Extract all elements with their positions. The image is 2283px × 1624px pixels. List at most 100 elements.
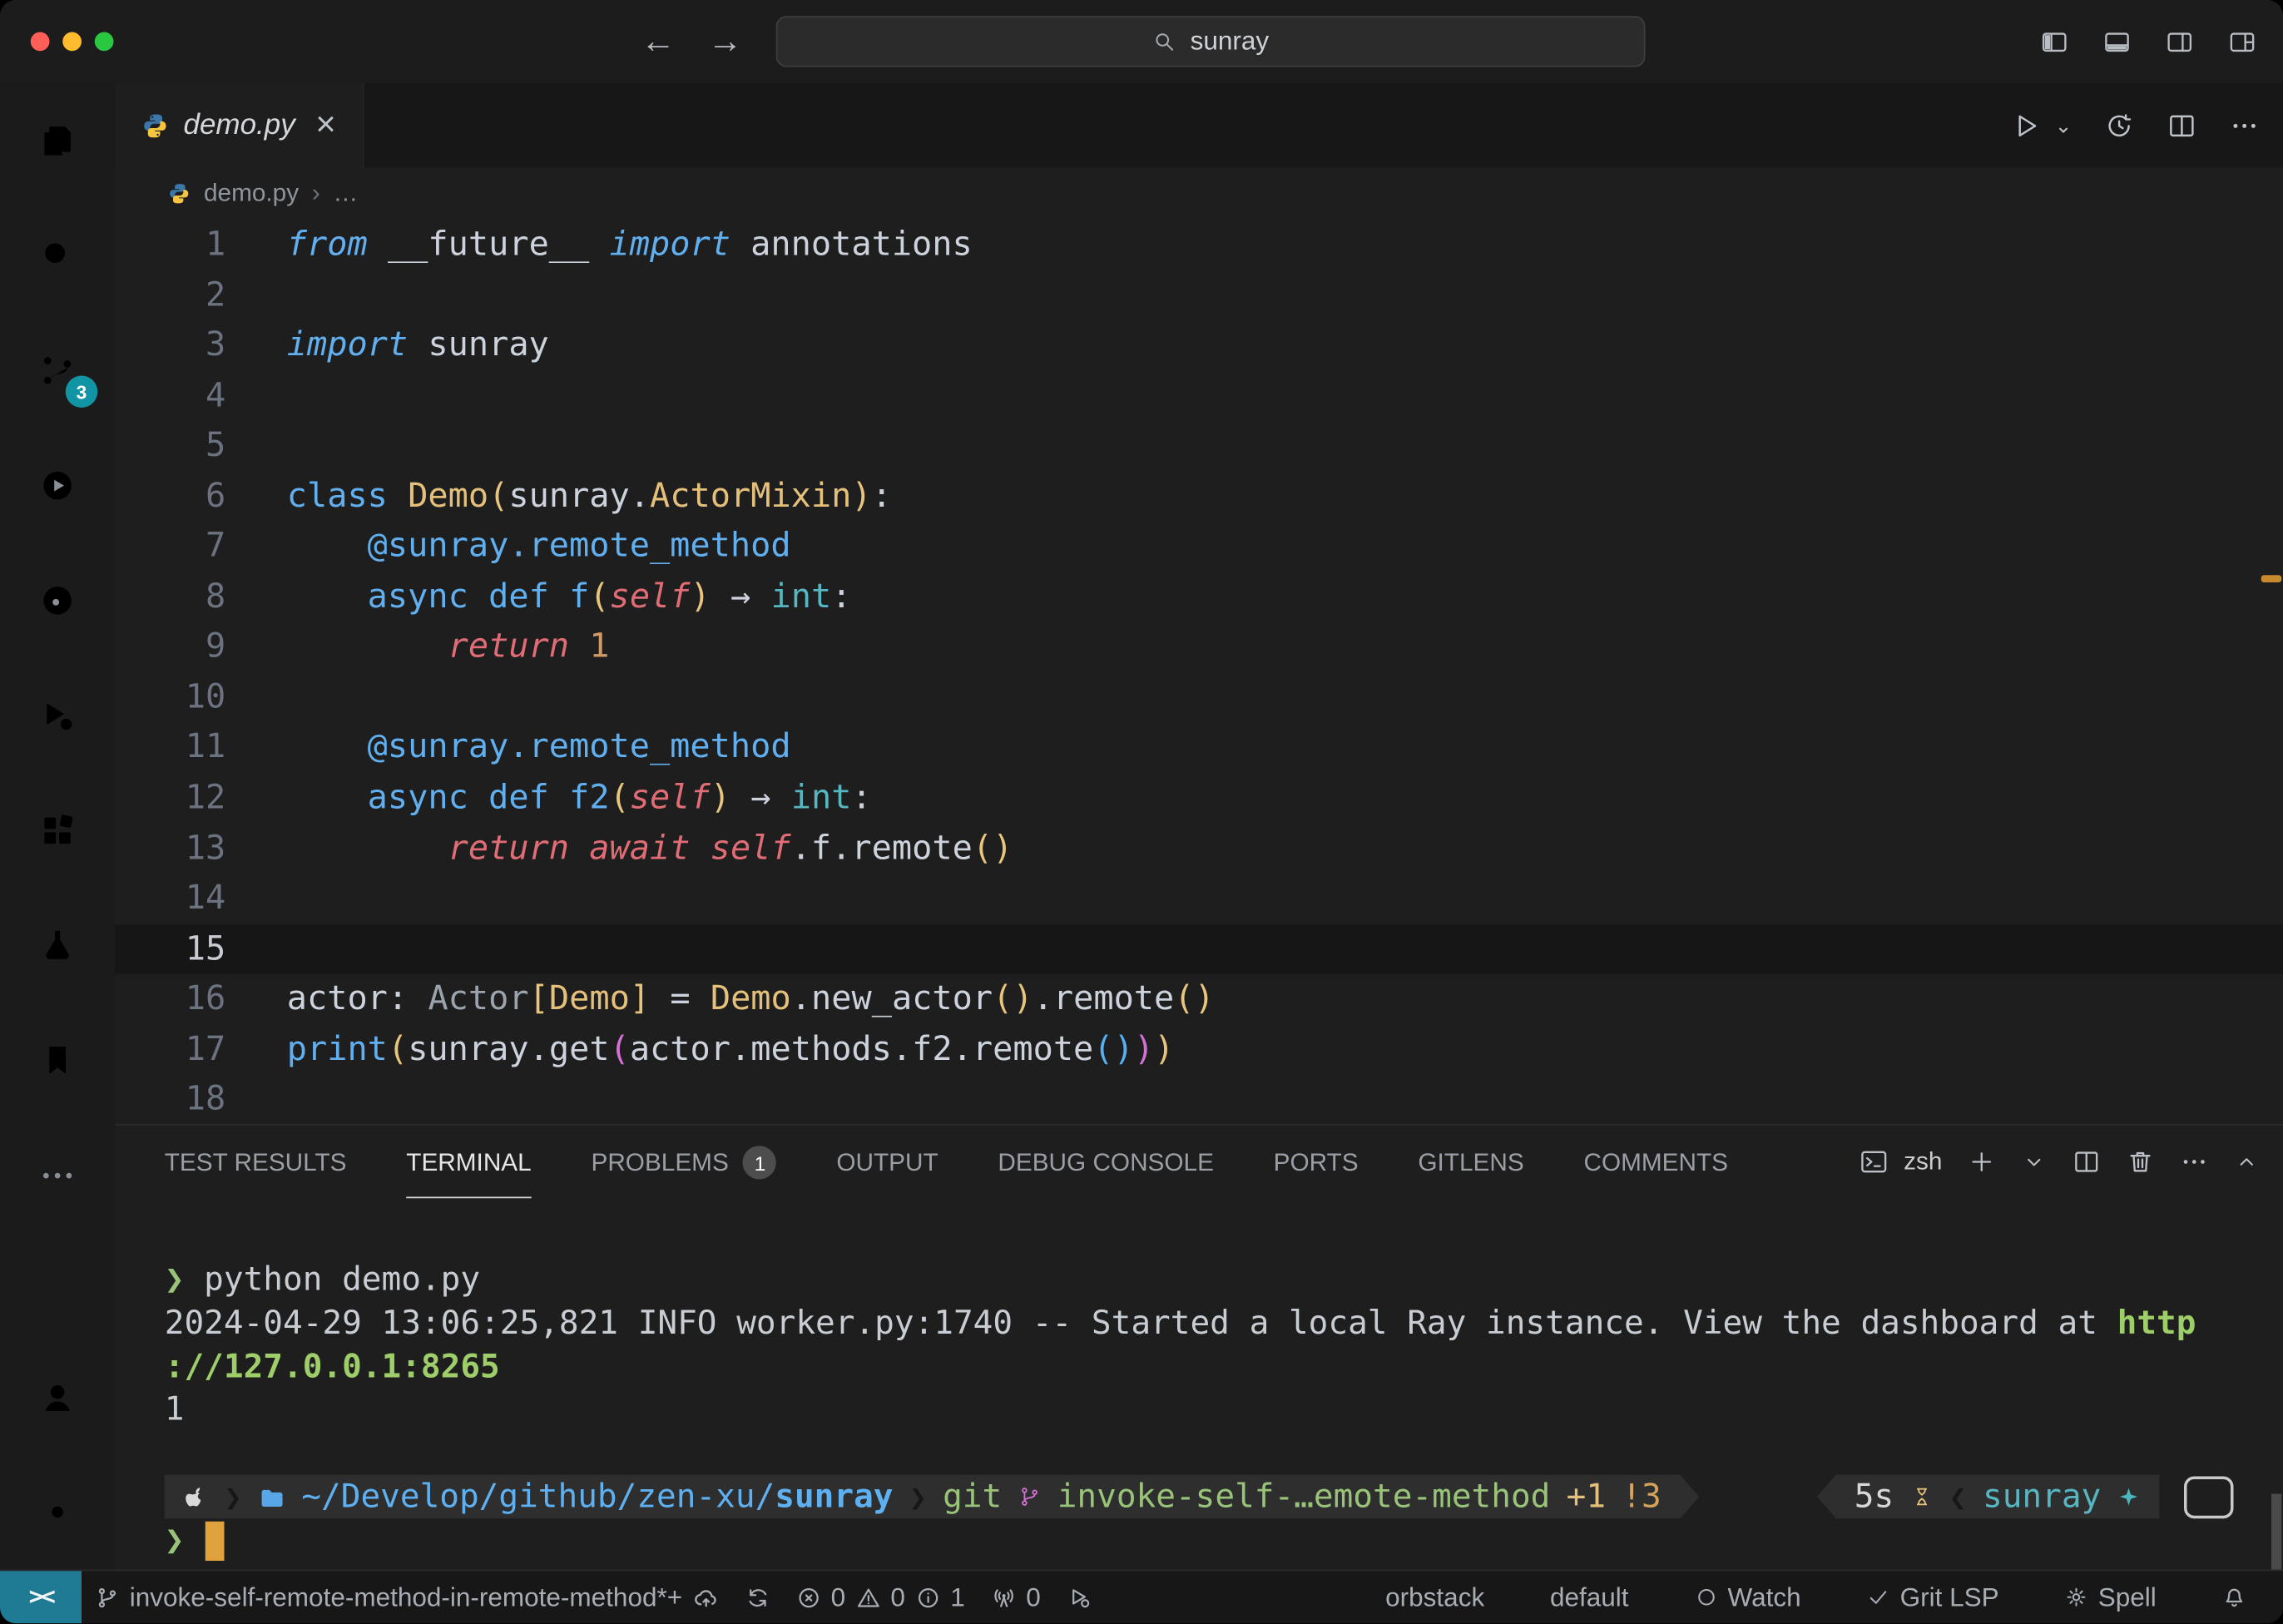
watch-status[interactable]: Watch: [1681, 1572, 1815, 1624]
code-line[interactable]: 9 return 1: [115, 622, 2283, 672]
code-line[interactable]: 13 return await self.f.remote(): [115, 824, 2283, 874]
panel-tab-test-results[interactable]: TEST RESULTS: [165, 1126, 347, 1199]
notifications-status[interactable]: [2209, 1572, 2260, 1624]
panel-tab-ports[interactable]: PORTS: [1274, 1126, 1359, 1199]
ports-status[interactable]: 0: [978, 1572, 1053, 1624]
code-line[interactable]: 5: [115, 421, 2283, 471]
code-line[interactable]: 3import sunray: [115, 320, 2283, 370]
timeline-history-icon[interactable]: [2104, 110, 2135, 141]
search-sidebar-icon[interactable]: [0, 198, 115, 313]
close-tab-icon[interactable]: ×: [310, 108, 342, 143]
account-icon[interactable]: [0, 1340, 115, 1455]
forward-button[interactable]: →: [708, 21, 743, 62]
line-number: 12: [115, 773, 287, 823]
sync-status[interactable]: [732, 1572, 783, 1624]
panel-tab-output[interactable]: OUTPUT: [836, 1126, 938, 1199]
code-line[interactable]: 6class Demo(sunray.ActorMixin):: [115, 472, 2283, 522]
orbstack-status[interactable]: orbstack: [1372, 1572, 1498, 1624]
code-line[interactable]: 10: [115, 672, 2283, 722]
spell-status[interactable]: Spell: [2052, 1572, 2170, 1624]
panel-tab-debug-console[interactable]: DEBUG CONSOLE: [998, 1126, 1214, 1199]
line-number: 11: [115, 723, 287, 773]
code-line[interactable]: 18: [115, 1075, 2283, 1125]
terminal-profile-chevron-icon[interactable]: [2021, 1149, 2048, 1176]
debug-icon: [1067, 1586, 1092, 1611]
new-terminal-icon[interactable]: [1967, 1148, 1996, 1177]
panel-tab-terminal[interactable]: TERMINAL: [406, 1126, 531, 1199]
zoom-window-button[interactable]: [95, 32, 114, 52]
panel-more-actions-icon[interactable]: [2180, 1148, 2209, 1177]
terminal-line: 2024-04-29 13:06:25,821 INFO worker.py:1…: [165, 1303, 2283, 1346]
code-line[interactable]: 14: [115, 874, 2283, 923]
explorer-icon[interactable]: [0, 83, 115, 198]
customize-layout-icon[interactable]: [2228, 27, 2257, 56]
terminal[interactable]: ❯ python demo.py2024-04-29 13:06:25,821 …: [115, 1199, 2283, 1570]
spell-icon: [2064, 1586, 2087, 1609]
close-window-button[interactable]: [31, 32, 50, 52]
extensions-icon[interactable]: [0, 773, 115, 888]
bookmarks-icon[interactable]: [0, 1003, 115, 1118]
panel-tab-comments[interactable]: COMMENTS: [1583, 1126, 1728, 1199]
code-text: class Demo(sunray.ActorMixin):: [287, 472, 2283, 522]
sync-icon: [745, 1586, 770, 1611]
back-button[interactable]: ←: [641, 21, 676, 62]
kill-terminal-icon[interactable]: [2126, 1148, 2155, 1177]
editor-more-actions-icon[interactable]: [2229, 110, 2260, 141]
toggle-panel-icon[interactable]: [2102, 27, 2132, 56]
run-circle-icon[interactable]: [0, 428, 115, 543]
testing-icon[interactable]: [0, 889, 115, 1003]
branch-status[interactable]: invoke-self-remote-method-in-remote-meth…: [82, 1572, 732, 1624]
vscode-window: ← → sunray: [0, 0, 2283, 1624]
prompt-separator: ❯: [225, 1480, 242, 1515]
code-line[interactable]: 8 async def f(self) → int:: [115, 572, 2283, 621]
debug-circle-icon[interactable]: [0, 543, 115, 658]
debug-status[interactable]: [1054, 1572, 1105, 1624]
orbstack-label: orbstack: [1385, 1582, 1484, 1613]
tab-demo-py[interactable]: demo.py ×: [115, 83, 364, 168]
panel-tab-problems[interactable]: PROBLEMS1: [591, 1126, 776, 1199]
panel-tab-gitlens[interactable]: GITLENS: [1418, 1126, 1523, 1199]
code-line[interactable]: 16actor: Actor[Demo] = Demo.new_actor().…: [115, 974, 2283, 1024]
editor[interactable]: 1from __future__ import annotations23imp…: [115, 220, 2283, 1124]
breadcrumb-file[interactable]: demo.py: [204, 179, 299, 208]
code-line[interactable]: 11 @sunray.remote_method: [115, 723, 2283, 773]
problems-status[interactable]: 0 0 1: [783, 1572, 978, 1624]
maximize-panel-chevron-icon[interactable]: [2234, 1149, 2261, 1176]
profile-status[interactable]: default: [1537, 1572, 1642, 1624]
minimize-window-button[interactable]: [62, 32, 82, 52]
line-number: 3: [115, 320, 287, 370]
line-number: 6: [115, 472, 287, 522]
breadcrumb[interactable]: demo.py › …: [115, 167, 2283, 220]
code-line[interactable]: 17print(sunray.get(actor.methods.f2.remo…: [115, 1025, 2283, 1075]
folder-icon: [258, 1483, 285, 1511]
line-number: 14: [115, 874, 287, 923]
breadcrumb-symbol[interactable]: …: [334, 179, 359, 208]
split-terminal-icon[interactable]: [2072, 1148, 2101, 1177]
grit-lsp-status[interactable]: Grit LSP: [1854, 1572, 2013, 1624]
shell-name[interactable]: zsh: [1904, 1148, 1942, 1177]
code-line[interactable]: 4: [115, 371, 2283, 421]
run-and-debug-icon[interactable]: [0, 658, 115, 773]
run-python-file-icon[interactable]: [2013, 110, 2043, 141]
prompt-path: ~/Develop/github/zen-xu/sunray: [301, 1478, 893, 1517]
terminal-scrollbar[interactable]: [2271, 1494, 2281, 1570]
code-line[interactable]: 15: [115, 924, 2283, 974]
code-text: import sunray: [287, 320, 2283, 370]
code-line[interactable]: 2: [115, 270, 2283, 320]
toggle-sidebar-icon[interactable]: [2040, 27, 2069, 56]
source-control-icon[interactable]: 3: [0, 313, 115, 428]
toggle-secondary-sidebar-icon[interactable]: [2165, 27, 2194, 56]
terminal-input-line[interactable]: ❯: [165, 1519, 2283, 1563]
split-editor-icon[interactable]: [2167, 110, 2197, 141]
python-icon: [141, 111, 169, 139]
code-line[interactable]: 7 @sunray.remote_method: [115, 522, 2283, 572]
run-dropdown-chevron-icon[interactable]: ⌄: [2055, 113, 2073, 138]
code-line[interactable]: 12 async def f2(self) → int:: [115, 773, 2283, 823]
panel-tab-label: TERMINAL: [406, 1149, 531, 1178]
remote-indicator[interactable]: ><: [0, 1572, 82, 1624]
code-line[interactable]: 1from __future__ import annotations: [115, 220, 2283, 270]
command-center-search[interactable]: sunray: [776, 16, 1646, 67]
more-views-icon[interactable]: [0, 1118, 115, 1233]
code-text: [287, 1075, 2283, 1125]
settings-gear-icon[interactable]: [0, 1455, 115, 1570]
